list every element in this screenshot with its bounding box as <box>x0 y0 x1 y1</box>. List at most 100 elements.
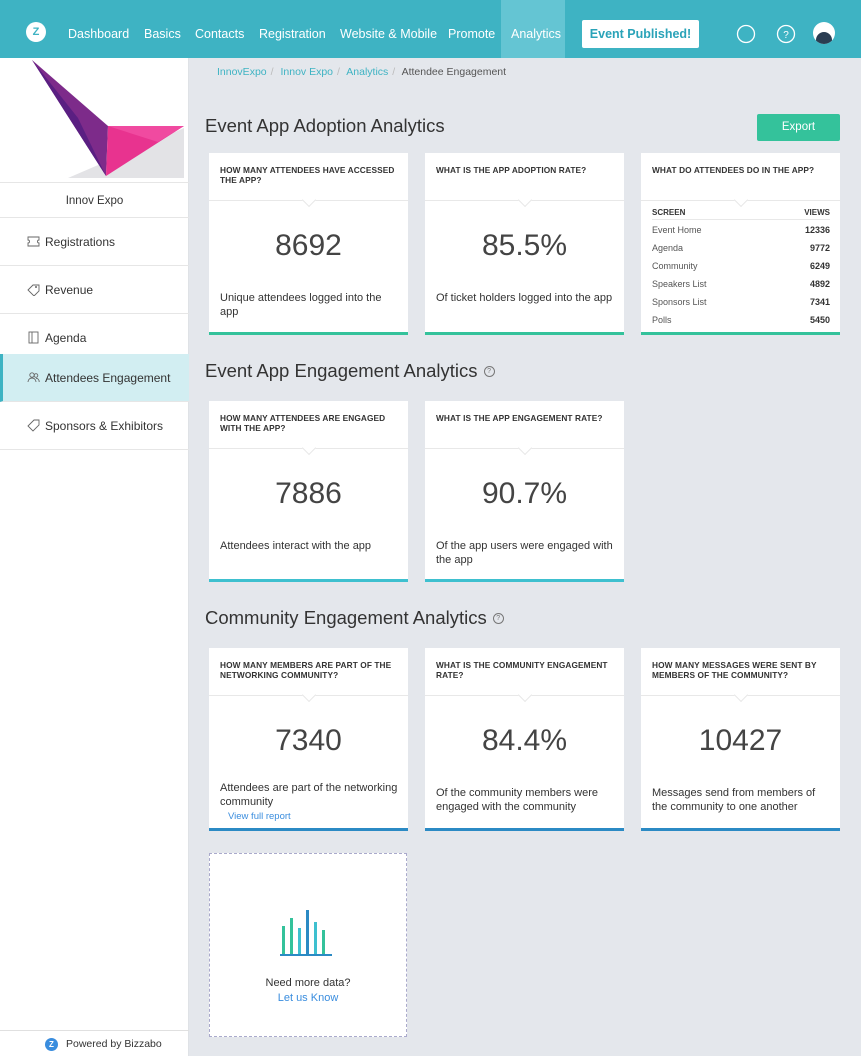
card-question: How many messages were sent by members o… <box>652 660 817 680</box>
section-title-engagement: Event App Engagement Analytics? <box>205 360 495 382</box>
column-header-views: VIEWS <box>804 208 830 217</box>
metric-card-attendees-engaged: How many attendees are engaged with the … <box>209 401 408 582</box>
top-nav: Z Dashboard Basics Contacts Registration… <box>0 0 861 58</box>
table-row: Sponsors List 7341 <box>652 297 830 307</box>
metric-card-adoption-rate: What is the app adoption rate? 85.5% Of … <box>425 153 624 335</box>
metric-value: 7340 <box>275 724 342 757</box>
metric-value: 8692 <box>275 229 342 262</box>
svg-text:?: ? <box>783 30 789 41</box>
screen-views: 5450 <box>809 315 830 325</box>
let-us-know-link[interactable]: Let us Know <box>210 992 406 1004</box>
card-accent-bar <box>209 332 408 335</box>
table-row: Speakers List 4892 <box>652 279 830 289</box>
section-title-text: Community Engagement Analytics <box>205 607 487 628</box>
screen-views: 9772 <box>809 243 830 253</box>
sidebar-item-revenue[interactable]: Revenue <box>0 266 189 314</box>
card-accent-bar <box>425 332 624 335</box>
breadcrumb-current: Attendee Engagement <box>401 66 507 78</box>
card-question: What do attendees do in the app? <box>652 165 815 175</box>
sidebar-item-label: Sponsors & Exhibitors <box>45 419 164 433</box>
book-icon <box>28 331 39 344</box>
metric-value: 85.5% <box>481 229 568 262</box>
card-accent-bar <box>209 579 408 582</box>
ticket-icon <box>27 236 40 247</box>
view-full-report-link[interactable]: View full report <box>228 811 291 822</box>
screen-name: Polls <box>652 315 672 325</box>
user-avatar[interactable] <box>813 22 835 44</box>
metric-value: 10427 <box>698 724 783 757</box>
metric-value: 90.7% <box>481 477 568 510</box>
card-question: What is the community engagement rate? <box>436 660 608 680</box>
nav-website-mobile[interactable]: Website & Mobile <box>330 0 447 58</box>
sidebar-item-label: Revenue <box>45 283 94 297</box>
search-icon[interactable] <box>736 24 756 44</box>
metric-card-app-screens: What do attendees do in the app? SCREEN … <box>641 153 840 335</box>
export-button[interactable]: Export <box>757 114 840 141</box>
help-icon[interactable]: ? <box>776 24 796 44</box>
table-header: SCREEN VIEWS <box>652 208 830 217</box>
people-icon <box>27 372 40 383</box>
sidebar: Innov Expo Registrations Revenue Agenda … <box>0 58 189 1056</box>
help-icon[interactable]: ? <box>483 366 495 377</box>
nav-promote[interactable]: Promote <box>438 0 505 58</box>
bizzabo-small-logo-icon: Z <box>45 1038 58 1051</box>
section-title-text: Event App Engagement Analytics <box>205 360 478 381</box>
metric-description: Messages send from members of the commun… <box>652 787 816 813</box>
money-icon <box>27 284 40 296</box>
screen-name: Agenda <box>652 243 684 253</box>
nav-basics[interactable]: Basics <box>134 0 191 58</box>
table-row: Event Home 12336 <box>652 225 830 235</box>
metric-card-community-messages: How many messages were sent by members o… <box>641 648 840 831</box>
tag-icon <box>27 419 40 432</box>
bizzabo-logo-icon[interactable]: Z <box>26 22 46 42</box>
powered-by-text: Powered by Bizzabo <box>66 1038 162 1050</box>
metric-card-community-members: How many members are part of the network… <box>209 648 408 831</box>
breadcrumb-item[interactable]: Analytics <box>346 66 388 78</box>
metric-description: Unique attendees logged into the app <box>220 292 382 318</box>
metric-value: 84.4% <box>481 724 568 757</box>
nav-contacts[interactable]: Contacts <box>185 0 254 58</box>
card-accent-bar <box>209 828 408 831</box>
nav-analytics[interactable]: Analytics <box>501 0 565 58</box>
card-question: What is the app adoption rate? <box>436 165 587 175</box>
metric-value: 7886 <box>275 477 342 510</box>
column-header-screen: SCREEN <box>652 208 686 217</box>
sidebar-item-label: Attendees Engagement <box>45 371 171 385</box>
nav-dashboard[interactable]: Dashboard <box>58 0 139 58</box>
metric-card-attendees-accessed: How many attendees have accessed the app… <box>209 153 408 335</box>
event-logo <box>18 58 184 181</box>
sidebar-item-sponsors-exhibitors[interactable]: Sponsors & Exhibitors <box>0 402 189 450</box>
sidebar-item-attendees-engagement[interactable]: Attendees Engagement <box>0 354 189 402</box>
powered-by-footer[interactable]: Z Powered by Bizzabo <box>0 1030 189 1056</box>
need-more-data-card: Need more data? Let us Know <box>209 853 407 1037</box>
section-title-community: Community Engagement Analytics? <box>205 607 504 629</box>
metric-description: Of the app users were engaged with the a… <box>436 540 613 566</box>
breadcrumb-item[interactable]: InnovExpo <box>217 66 267 78</box>
screen-name: Speakers List <box>652 279 707 289</box>
table-row: Agenda 9772 <box>652 243 830 253</box>
screen-name: Sponsors List <box>652 297 707 307</box>
help-icon[interactable]: ? <box>492 613 504 624</box>
card-accent-bar <box>641 332 840 335</box>
card-accent-bar <box>425 579 624 582</box>
event-name: Innov Expo <box>0 182 189 218</box>
screen-name: Event Home <box>652 225 702 235</box>
metric-description: Of ticket holders logged into the app <box>436 292 613 304</box>
screen-name: Community <box>652 261 698 271</box>
event-published-button[interactable]: Event Published! <box>582 20 699 48</box>
need-more-data-text: Need more data? <box>265 977 351 989</box>
card-question: How many attendees are engaged with the … <box>220 413 386 433</box>
metric-description: Attendees are part of the networking com… <box>220 782 398 808</box>
breadcrumb-item[interactable]: Innov Expo <box>280 66 333 78</box>
bar-chart-icon <box>280 910 332 956</box>
table-row: Polls 5450 <box>652 315 830 325</box>
sidebar-item-registrations[interactable]: Registrations <box>0 218 189 266</box>
screen-views: 12336 <box>804 225 830 235</box>
metric-description: Of the community members were engaged wi… <box>436 787 598 813</box>
table-row: Community 6249 <box>652 261 830 271</box>
nav-registration[interactable]: Registration <box>249 0 336 58</box>
breadcrumb: InnovExpo / Innov Expo / Analytics / Attend… <box>217 66 507 78</box>
card-question: How many attendees have accessed the app… <box>220 165 395 185</box>
sidebar-item-label: Registrations <box>45 235 116 249</box>
card-question: How many members are part of the network… <box>220 660 392 680</box>
